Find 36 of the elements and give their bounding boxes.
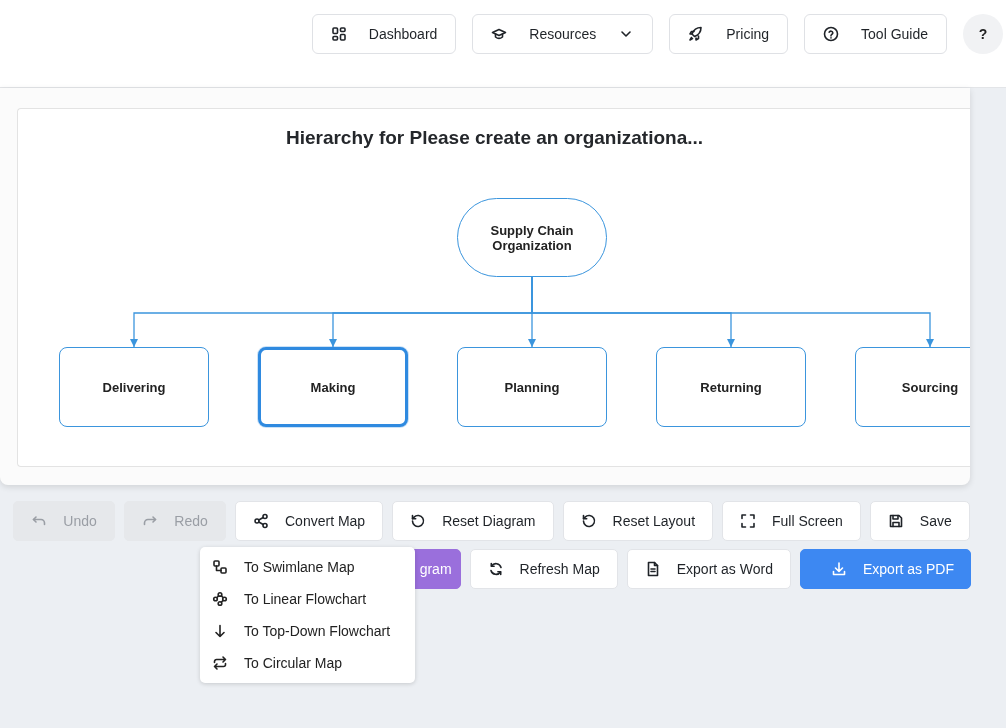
connected-dots-icon [212, 591, 228, 607]
nav-button[interactable]: Tool Guide [804, 14, 947, 54]
toolbar-button[interactable]: Export as PDF [799, 549, 971, 589]
menu-button[interactable]: Resources [472, 14, 654, 54]
rotate-icon [410, 513, 427, 529]
diagram-node[interactable]: Delivering [59, 347, 209, 427]
arrow-down-icon [212, 623, 228, 639]
nav-button[interactable]: Dashboard [311, 14, 457, 54]
menu-item[interactable]: To Circular Map [200, 647, 415, 679]
refresh-icon [487, 561, 504, 577]
toolbar-button[interactable]: Save [869, 501, 970, 541]
toolbar-button[interactable]: Reset Diagram [392, 501, 554, 541]
download-icon [830, 561, 847, 577]
diagram-node[interactable]: Planning [457, 347, 607, 427]
toolbar-button[interactable]: Reset Layout [562, 501, 714, 541]
toolbar-button[interactable]: Refresh Map [469, 549, 618, 589]
root-node[interactable]: Supply Chain Organization [457, 198, 607, 277]
diagram-node[interactable]: Making [258, 347, 408, 427]
diagram-node[interactable]: Returning [656, 347, 806, 427]
toolbar-button[interactable]: Export as Word [626, 549, 791, 589]
menu-item[interactable]: To Top-Down Flowchart [200, 615, 415, 647]
toolbar-button[interactable]: Full Screen [722, 501, 861, 541]
repeat-icon [212, 655, 228, 671]
toolbar-button[interactable]: Convert Map [235, 501, 384, 541]
question-circle-icon [823, 26, 840, 42]
graduation-cap-icon [491, 26, 508, 42]
help-button[interactable]: ? [963, 14, 1003, 54]
diagram-title: Hierarchy for Please create an organizationa... [284, 126, 705, 149]
nav-button[interactable]: Pricing [669, 14, 789, 54]
fullscreen-icon [740, 513, 757, 529]
diagram-node[interactable]: Sourcing [855, 347, 970, 427]
share-nodes-icon [253, 513, 269, 529]
rotate-icon [580, 513, 597, 529]
grid-icon [330, 26, 347, 42]
squares-icon [212, 559, 228, 575]
rocket-icon [688, 26, 705, 42]
